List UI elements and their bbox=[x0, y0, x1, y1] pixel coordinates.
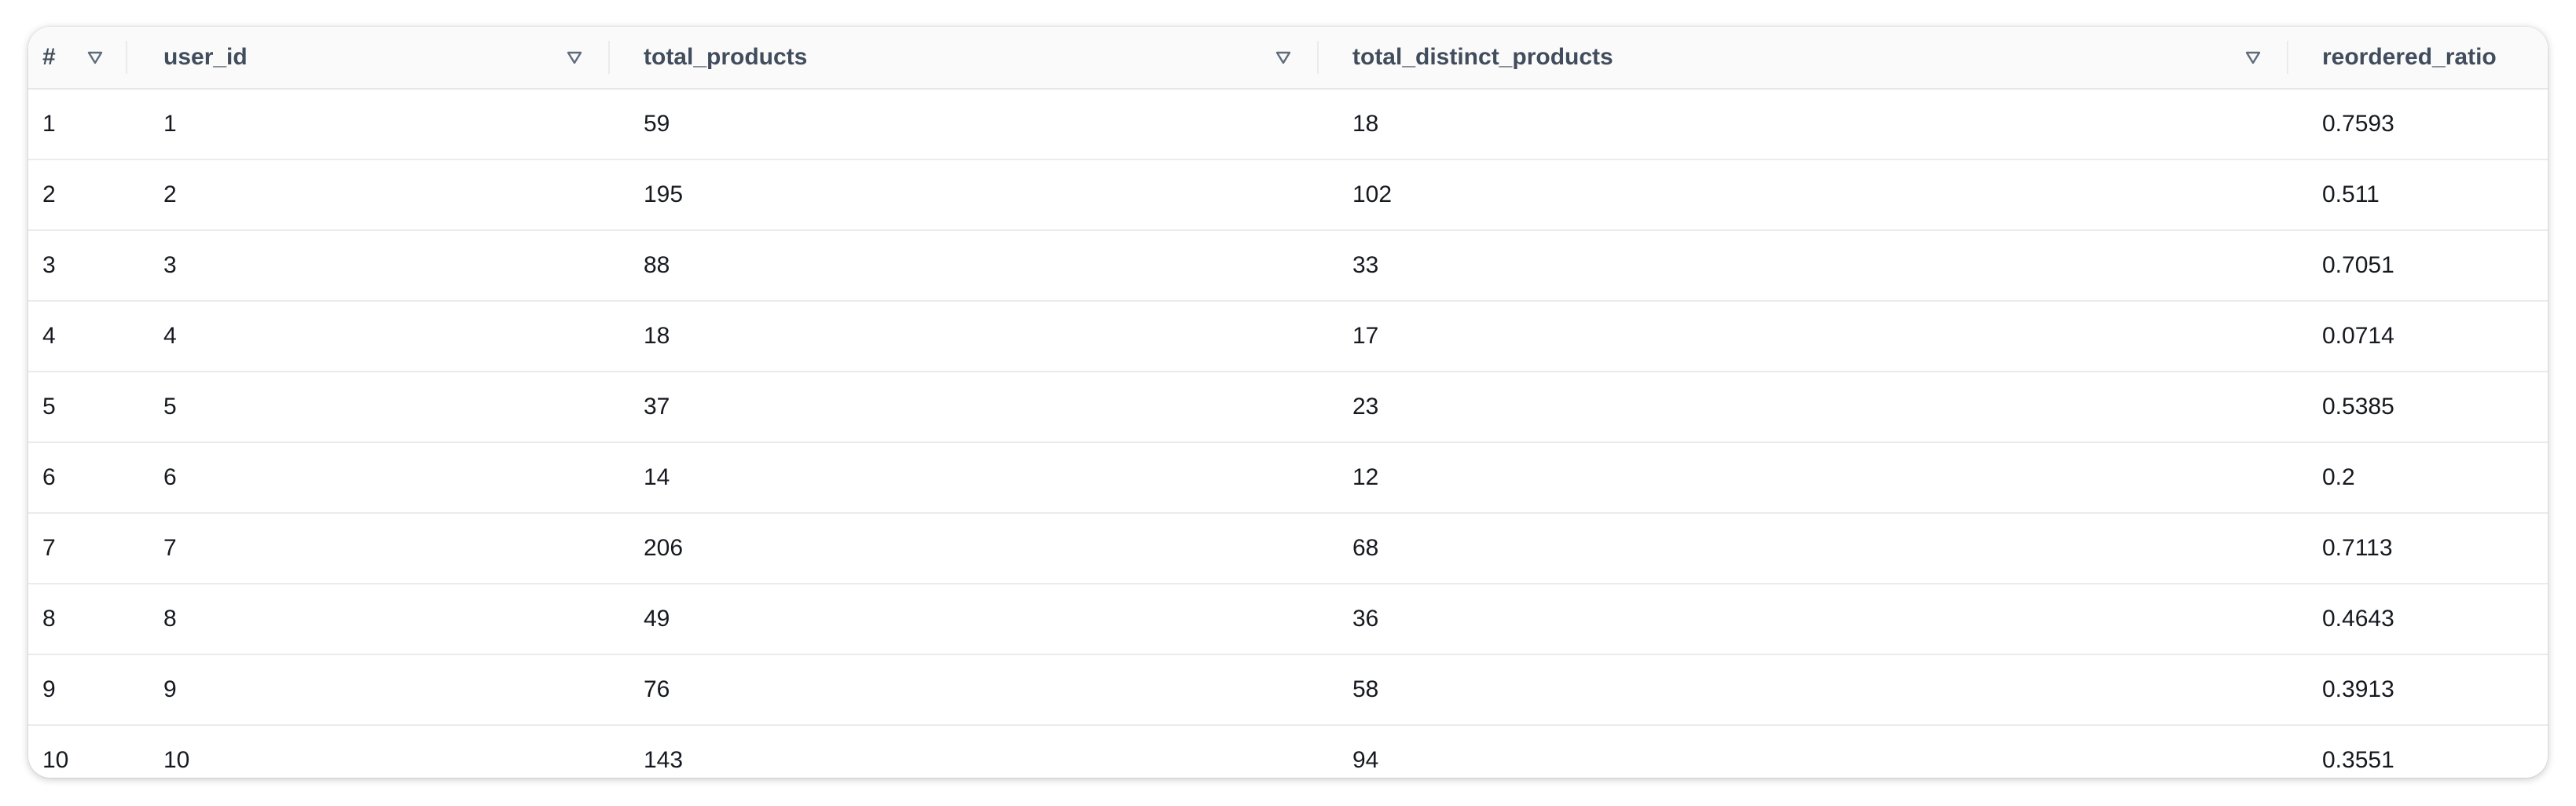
cell-index: 7 bbox=[42, 535, 56, 561]
cell-reordered-ratio: 0.7113 bbox=[2322, 535, 2393, 561]
cell-total-products: 18 bbox=[644, 323, 670, 349]
cell-total-products: 76 bbox=[644, 676, 670, 702]
cell-user-id: 5 bbox=[163, 394, 177, 419]
cell-user-id: 10 bbox=[163, 747, 190, 773]
table-row: 5 5 37 23 0.5385 bbox=[28, 372, 2548, 443]
cell-reordered-ratio: 0.0714 bbox=[2322, 323, 2394, 349]
column-divider[interactable] bbox=[126, 41, 127, 74]
cell-user-id: 7 bbox=[163, 535, 177, 561]
cell-total-products: 88 bbox=[644, 252, 670, 278]
cell-index: 6 bbox=[42, 464, 56, 490]
cell-total-distinct-products: 18 bbox=[1352, 111, 1379, 137]
sort-triangle-down-icon[interactable] bbox=[564, 47, 585, 68]
cell-reordered-ratio: 0.3913 bbox=[2322, 676, 2394, 702]
cell-total-distinct-products: 58 bbox=[1352, 676, 1379, 702]
cell-total-distinct-products: 36 bbox=[1352, 606, 1379, 632]
cell-total-products: 206 bbox=[644, 535, 684, 561]
cell-total-distinct-products: 68 bbox=[1352, 535, 1379, 561]
cell-reordered-ratio: 0.2 bbox=[2322, 464, 2355, 490]
cell-reordered-ratio: 0.5385 bbox=[2322, 394, 2394, 419]
column-header-user-id[interactable]: user_id bbox=[163, 27, 248, 88]
column-header-total-products[interactable]: total_products bbox=[644, 27, 807, 88]
cell-index: 3 bbox=[42, 252, 56, 278]
cell-user-id: 8 bbox=[163, 606, 177, 632]
cell-index: 1 bbox=[42, 111, 56, 137]
cell-total-distinct-products: 17 bbox=[1352, 323, 1379, 349]
table-row: 4 4 18 17 0.0714 bbox=[28, 302, 2548, 372]
cell-total-products: 37 bbox=[644, 394, 670, 419]
table-row: 1 1 59 18 0.7593 bbox=[28, 90, 2548, 160]
sort-triangle-down-icon[interactable] bbox=[85, 47, 105, 68]
cell-index: 2 bbox=[42, 181, 56, 207]
column-divider[interactable] bbox=[608, 41, 610, 74]
cell-index: 5 bbox=[42, 394, 56, 419]
cell-total-distinct-products: 33 bbox=[1352, 252, 1379, 278]
table-row: 8 8 49 36 0.4643 bbox=[28, 584, 2548, 655]
cell-total-products: 14 bbox=[644, 464, 670, 490]
table-row: 9 9 76 58 0.3913 bbox=[28, 655, 2548, 726]
cell-user-id: 6 bbox=[163, 464, 177, 490]
column-header-total-distinct-products[interactable]: total_distinct_products bbox=[1352, 27, 1613, 88]
table-row: 10 10 143 94 0.3551 bbox=[28, 726, 2548, 778]
column-header-index[interactable]: # bbox=[42, 27, 56, 88]
cell-reordered-ratio: 0.4643 bbox=[2322, 606, 2394, 632]
column-header-label: reordered_ratio bbox=[2322, 44, 2497, 70]
cell-total-distinct-products: 94 bbox=[1352, 747, 1379, 773]
cell-user-id: 1 bbox=[163, 111, 177, 137]
cell-reordered-ratio: 0.7051 bbox=[2322, 252, 2394, 278]
cell-index: 4 bbox=[42, 323, 56, 349]
cell-index: 9 bbox=[42, 676, 56, 702]
cell-user-id: 2 bbox=[163, 181, 177, 207]
cell-reordered-ratio: 0.7593 bbox=[2322, 111, 2394, 137]
cell-total-products: 143 bbox=[644, 747, 684, 773]
cell-user-id: 3 bbox=[163, 252, 177, 278]
cell-index: 8 bbox=[42, 606, 56, 632]
column-header-label: user_id bbox=[163, 44, 248, 70]
column-header-label: total_distinct_products bbox=[1352, 44, 1613, 70]
sort-triangle-down-icon[interactable] bbox=[1273, 47, 1294, 68]
cell-total-distinct-products: 102 bbox=[1352, 181, 1393, 207]
table-row: 3 3 88 33 0.7051 bbox=[28, 231, 2548, 302]
column-header-label: # bbox=[42, 44, 56, 70]
cell-reordered-ratio: 0.3551 bbox=[2322, 747, 2394, 773]
cell-index: 10 bbox=[42, 747, 69, 773]
results-table: # user_id total_products total_distinct_… bbox=[28, 27, 2548, 778]
cell-user-id: 4 bbox=[163, 323, 177, 349]
table-header: # user_id total_products total_distinct_… bbox=[28, 27, 2548, 90]
table-row: 6 6 14 12 0.2 bbox=[28, 443, 2548, 514]
table-body: 1 1 59 18 0.7593 2 2 195 102 0.511 3 3 8… bbox=[28, 90, 2548, 778]
cell-total-products: 49 bbox=[644, 606, 670, 632]
cell-total-distinct-products: 23 bbox=[1352, 394, 1379, 419]
cell-total-distinct-products: 12 bbox=[1352, 464, 1379, 490]
cell-user-id: 9 bbox=[163, 676, 177, 702]
cell-reordered-ratio: 0.511 bbox=[2322, 181, 2380, 207]
column-header-reordered-ratio[interactable]: reordered_ratio bbox=[2322, 27, 2497, 88]
cell-total-products: 195 bbox=[644, 181, 684, 207]
column-header-label: total_products bbox=[644, 44, 808, 70]
cell-total-products: 59 bbox=[644, 111, 670, 137]
table-row: 7 7 206 68 0.7113 bbox=[28, 514, 2548, 584]
column-divider[interactable] bbox=[2287, 41, 2288, 74]
column-divider[interactable] bbox=[1317, 41, 1319, 74]
table-row: 2 2 195 102 0.511 bbox=[28, 160, 2548, 231]
sort-triangle-down-icon[interactable] bbox=[2243, 47, 2263, 68]
